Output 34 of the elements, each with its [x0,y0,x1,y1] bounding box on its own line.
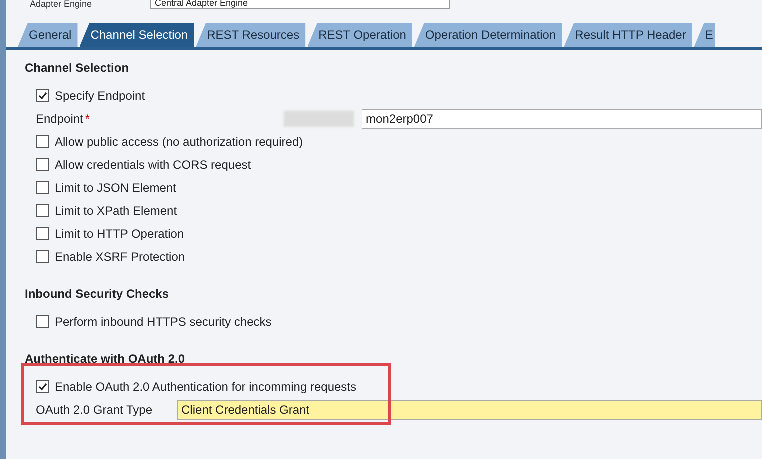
checkbox-label: Limit to XPath Element [55,202,178,220]
checkbox[interactable] [36,158,49,171]
checkbox[interactable] [36,181,49,194]
field-label: Adapter Engine [30,0,94,9]
checkbox[interactable] [36,204,49,217]
field-label: OAuth 2.0 Grant Type [36,402,153,418]
checkbox[interactable] [36,380,49,393]
text-field[interactable]: mon2erp007 [362,108,762,128]
checkbox[interactable] [36,315,49,328]
checkbox[interactable] [36,227,49,240]
checkbox[interactable] [36,89,49,102]
checkbox[interactable] [36,135,49,148]
checkbox-label: Specify Endpoint [55,88,146,104]
tab[interactable]: Operation Determination [414,23,562,47]
tab[interactable]: E [694,23,716,47]
tab[interactable]: Channel Selection [80,23,194,47]
section-title: Channel Selection [25,60,130,76]
field-label: Endpoint [36,110,84,128]
required-mark: * [85,110,90,128]
tab[interactable]: REST Resources [196,23,306,47]
text-field[interactable]: Client Credentials Grant [176,400,762,420]
checkbox[interactable] [36,250,49,263]
checkbox-label: Limit to JSON Element [55,180,176,196]
tab[interactable]: Result HTTP Header [564,23,692,47]
checkbox-label: Perform inbound HTTPS security checks [55,314,272,330]
checkbox-label: Allow credentials with CORS request [55,156,252,174]
section-title: Inbound Security Checks [25,286,170,302]
tab[interactable]: REST Operation [308,23,412,47]
checkbox-label: Enable OAuth 2.0 Authentication for incomming requests [55,378,357,396]
checkbox-label: Limit to HTTP Operation [55,226,184,242]
section-title: Authenticate with OAuth 2.0 [25,351,186,367]
checkbox-label: Enable XSRF Protection [55,248,186,266]
tab[interactable]: General [18,23,78,47]
checkbox-label: Allow public access (no authorization required) [55,134,304,150]
